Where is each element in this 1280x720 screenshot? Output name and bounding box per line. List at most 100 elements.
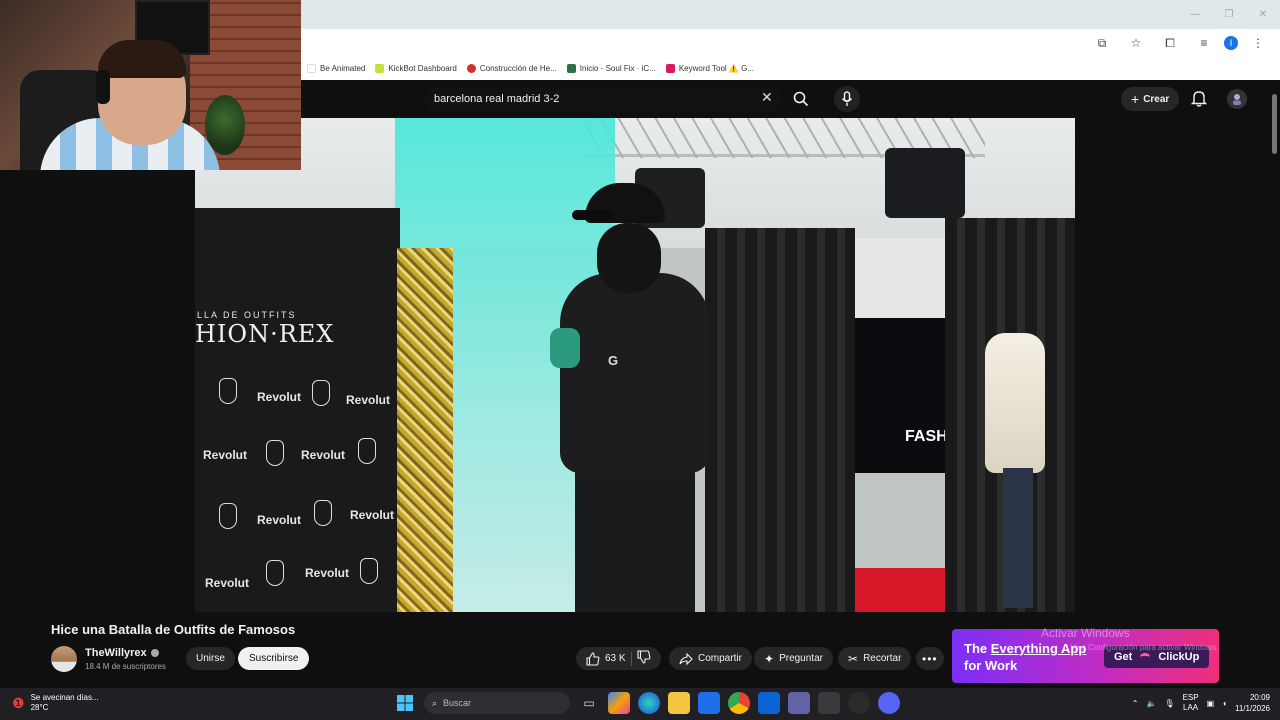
clock[interactable]: 20:09 11/1/2026: [1235, 692, 1270, 714]
sponsor-logo: Revolut: [301, 448, 346, 462]
menu-kebab-icon[interactable]: ⋮: [1244, 33, 1272, 53]
language-indicator[interactable]: ESP LAA: [1183, 693, 1199, 713]
like-count: 63 K: [605, 653, 626, 664]
keyboard-layout: LAA: [1183, 703, 1199, 712]
close-icon[interactable]: ✕: [1246, 0, 1280, 29]
start-button[interactable]: [394, 692, 416, 714]
white-scarf: [985, 333, 1045, 473]
share-icon: [679, 652, 693, 665]
bookmark-item[interactable]: Keyword Tool ⚠️ G...: [665, 63, 754, 73]
channel-name-text: TheWillyrex: [85, 647, 147, 659]
bookmark-item[interactable]: Construcción de He...: [466, 63, 557, 73]
youtube-header: ✕ + Crear: [301, 80, 1280, 118]
outlook-icon[interactable]: [758, 692, 780, 714]
user-avatar[interactable]: [1227, 89, 1247, 109]
ad-headline: The Everything App: [964, 641, 1086, 656]
thumbs-down-icon: [637, 650, 650, 664]
browser-toolbar: ⧉ ☆ ⧠ ≡ I ⋮: [301, 29, 1280, 56]
ad-cta-label: Get: [1114, 651, 1133, 663]
calculator-icon[interactable]: [818, 692, 840, 714]
subscriber-count: 18.4 M de suscriptores: [85, 662, 166, 671]
verified-badge-icon: [150, 649, 159, 657]
shirt-letter: G: [608, 353, 619, 368]
person-in-black-outfit: G: [545, 178, 735, 612]
voice-search-button[interactable]: [834, 86, 860, 112]
ask-button[interactable]: ✦ Preguntar: [754, 647, 833, 670]
chrome-icon[interactable]: [728, 692, 750, 714]
ask-label: Preguntar: [779, 653, 823, 664]
crest-logo: [314, 500, 332, 526]
system-tray: ⌃ 🔈 🎙 ESP LAA ▣ ◖ 20:09 11/1/2026: [1132, 692, 1270, 714]
create-button[interactable]: + Crear: [1121, 87, 1180, 111]
clock-date: 11/1/2026: [1235, 704, 1270, 713]
microsoft-store-icon[interactable]: [698, 692, 720, 714]
sponsor-logo: Revolut: [205, 576, 250, 590]
crest-logo: [219, 378, 237, 404]
bookmark-label: Construcción de He...: [479, 63, 557, 73]
crest-logo: [266, 440, 284, 466]
volume-icon[interactable]: 🔈: [1146, 699, 1156, 708]
backdrop-title: HION·REX: [195, 320, 335, 348]
extensions-icon[interactable]: ⧠: [1156, 33, 1184, 53]
bookmark-star-icon[interactable]: ☆: [1122, 33, 1150, 53]
teams-icon[interactable]: [788, 692, 810, 714]
back-wall: [850, 238, 950, 318]
show-hidden-icons-icon[interactable]: ⌃: [1132, 699, 1139, 708]
streamer-hair: [98, 40, 186, 78]
copilot-icon[interactable]: [608, 692, 630, 714]
clear-search-icon[interactable]: ✕: [761, 89, 773, 106]
scrollbar-thumb[interactable]: [1272, 94, 1277, 154]
profile-avatar[interactable]: I: [1224, 36, 1238, 50]
page-scrollbar[interactable]: [1269, 80, 1280, 688]
channel-name[interactable]: TheWillyrex: [85, 647, 159, 659]
speaker-icon[interactable]: ◖: [1222, 699, 1227, 708]
obs-icon[interactable]: [848, 692, 870, 714]
minimize-icon[interactable]: —: [1178, 0, 1212, 29]
scissors-icon: ✂: [848, 651, 859, 666]
search-button[interactable]: [789, 87, 813, 111]
video-player[interactable]: FASHIO LLA DE OUTFITS HION·REX Revolut R…: [195, 118, 1075, 612]
avatar-icon: [1233, 94, 1241, 105]
file-explorer-icon[interactable]: [668, 692, 690, 714]
media-control-icon[interactable]: ≡: [1190, 33, 1218, 53]
notifications-button[interactable]: [1190, 89, 1208, 112]
clock-time: 20:09: [1249, 693, 1270, 702]
install-app-icon[interactable]: ⧉: [1088, 33, 1116, 53]
bookmark-item[interactable]: KickBot Dashboard: [375, 63, 457, 73]
search-box: [425, 87, 781, 111]
crest-logo: [266, 560, 284, 586]
clip-label: Recortar: [863, 653, 902, 664]
subscribe-button[interactable]: Suscribirse: [238, 647, 310, 670]
language-code: ESP: [1182, 693, 1199, 702]
bookmark-item[interactable]: Be Animated: [307, 63, 365, 73]
task-view-icon[interactable]: ▭: [578, 692, 600, 714]
bell-icon: [1190, 91, 1208, 107]
channel-avatar[interactable]: [51, 646, 77, 672]
fashion-screen: FASHIO: [855, 318, 965, 473]
discord-icon[interactable]: [878, 692, 900, 714]
clip-button[interactable]: ✂ Recortar: [838, 647, 912, 670]
more-actions-button[interactable]: •••: [916, 647, 944, 670]
search-input[interactable]: [434, 93, 754, 105]
crest-logo: [358, 438, 376, 464]
bookmark-favicon: [307, 63, 316, 73]
share-button[interactable]: Compartir: [669, 647, 752, 670]
dislike-button[interactable]: [637, 650, 651, 667]
bookmark-item[interactable]: Inicio - Soul Fix · iC...: [566, 63, 656, 73]
microphone-icon[interactable]: 🎙: [1164, 699, 1174, 708]
search-icon: ⌕: [432, 697, 438, 708]
bookmark-favicon: [665, 63, 675, 73]
sponsor-logo: Revolut: [257, 390, 302, 404]
weather-icon: ❶: [12, 694, 25, 711]
join-button[interactable]: Unirse: [186, 647, 235, 670]
network-icon[interactable]: ▣: [1207, 699, 1215, 708]
weather-widget[interactable]: ❶ Se avecinan días... 28°C: [12, 693, 99, 713]
taskbar-search[interactable]: ⌕ Buscar: [424, 692, 570, 714]
windows-activation-hint: Ve a Configuración para activar Windows.: [1070, 643, 1219, 652]
sponsor-logo: Revolut: [350, 508, 395, 522]
bookmark-label: Keyword Tool ⚠️ G...: [678, 63, 754, 73]
clickup-logo-icon: [1140, 653, 1151, 661]
like-button[interactable]: 63 K: [586, 651, 626, 666]
restore-icon[interactable]: ❐: [1212, 0, 1246, 29]
edge-icon[interactable]: [638, 692, 660, 714]
